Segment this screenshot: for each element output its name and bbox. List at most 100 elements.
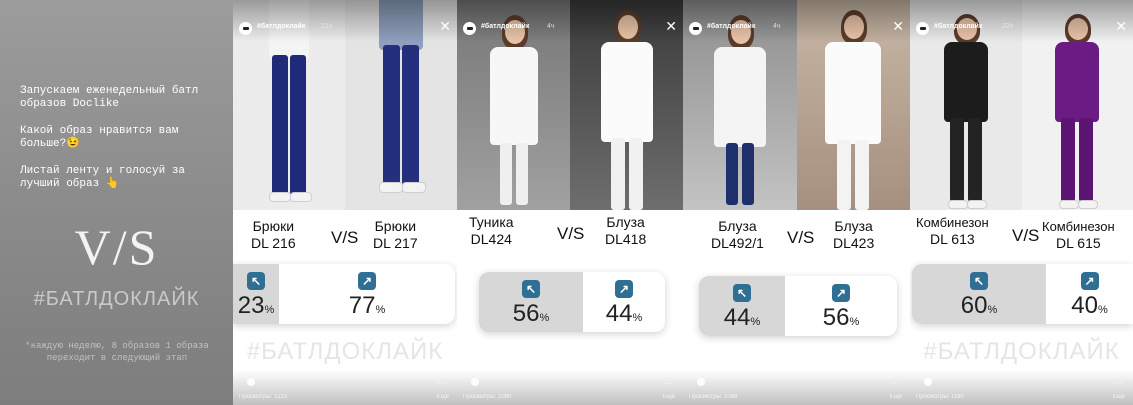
- more-icon[interactable]: ···: [890, 378, 900, 389]
- vs-label: V/S: [557, 224, 585, 243]
- poll-percent: 56: [512, 300, 540, 327]
- percent-sign: %: [539, 312, 550, 324]
- story-time: 21ч: [321, 23, 333, 30]
- story-card-3[interactable]: #батлдоклайк 4ч ✕ Блуза DL492/1 V/S Блуза…: [683, 0, 910, 405]
- viewers-icon[interactable]: [924, 378, 932, 386]
- intro-vs: V/S: [74, 219, 159, 275]
- more-icon[interactable]: ···: [663, 378, 673, 389]
- arrow-up-right-icon: ↗: [615, 280, 633, 298]
- product-name-right: Блуза: [834, 218, 873, 234]
- percent-sign: %: [750, 316, 761, 328]
- poll-option-left[interactable]: ↖ 23%: [233, 264, 279, 324]
- product-code-right: DL423: [833, 235, 875, 251]
- poll-percent: 56: [822, 304, 850, 331]
- poll-option-left[interactable]: ↖ 44%: [699, 276, 785, 336]
- poll-percent: 44: [723, 304, 751, 331]
- more-label[interactable]: Ещё: [663, 394, 675, 400]
- account-name[interactable]: #батлдоклайк: [257, 23, 305, 30]
- percent-sign: %: [1097, 304, 1108, 316]
- percent-sign: %: [632, 312, 643, 324]
- avatar[interactable]: [463, 22, 476, 35]
- more-icon[interactable]: ···: [1113, 378, 1123, 389]
- story-card-2[interactable]: #батлдоклайк 4ч ✕ Туника DL424 V/S Блуза D…: [457, 0, 683, 405]
- percent-sign: %: [987, 304, 998, 316]
- percent-sign: %: [264, 304, 275, 316]
- percent-sign: %: [849, 316, 860, 328]
- poll-option-left[interactable]: ↖ 56%: [479, 272, 583, 332]
- avatar[interactable]: [916, 22, 929, 35]
- product-name-left: Туника: [469, 214, 514, 230]
- poll-option-left[interactable]: ↖ 60%: [912, 264, 1046, 324]
- vs-label: V/S: [331, 228, 359, 247]
- model-figure: [710, 15, 770, 210]
- poll-percent: 44: [605, 300, 633, 327]
- viewers-icon[interactable]: [697, 378, 705, 386]
- vs-label: V/S: [1012, 226, 1040, 245]
- views-count[interactable]: Просмотры: 1080: [463, 394, 511, 400]
- story-time: 22ч: [1002, 23, 1014, 30]
- intro-hashtag: #БАТЛДОКЛАЙК: [33, 288, 200, 310]
- model-figure: [936, 14, 996, 210]
- story-time: 4ч: [547, 23, 555, 30]
- product-name-right: Комбинезон: [1042, 219, 1115, 234]
- model-figure: [484, 15, 544, 210]
- close-icon[interactable]: ✕: [892, 18, 904, 35]
- product-code-right: DL 217: [373, 235, 418, 251]
- more-label[interactable]: Ещё: [890, 394, 902, 400]
- percent-sign: %: [375, 304, 386, 316]
- close-icon[interactable]: ✕: [1115, 18, 1127, 35]
- close-icon[interactable]: ✕: [665, 18, 677, 35]
- arrow-up-right-icon: ↗: [1080, 272, 1099, 290]
- story-card-4[interactable]: #батлдоклайк 22ч ✕ Комбинезон DL 613 V/S …: [910, 0, 1133, 405]
- story-hashtag: #БАТЛДОКЛАЙК: [923, 338, 1120, 365]
- account-name[interactable]: #батлдоклайк: [481, 23, 529, 30]
- product-code-right: DL 615: [1056, 235, 1101, 251]
- close-icon[interactable]: ✕: [439, 18, 451, 35]
- poll-option-right[interactable]: ↗ 56%: [785, 276, 897, 336]
- product-name-left: Брюки: [252, 218, 295, 234]
- viewers-icon[interactable]: [247, 378, 255, 386]
- more-label[interactable]: Ещё: [1113, 394, 1125, 400]
- product-code-left: DL 613: [930, 231, 975, 247]
- avatar[interactable]: [689, 22, 702, 35]
- product-code-left: DL492/1: [711, 235, 764, 251]
- product-code-left: DL424: [470, 231, 512, 247]
- account-name[interactable]: #батлдоклайк: [707, 23, 755, 30]
- poll-percent: 23: [237, 292, 265, 319]
- more-label[interactable]: Ещё: [437, 394, 449, 400]
- story-time: 4ч: [773, 23, 781, 30]
- model-figure: [1047, 14, 1107, 210]
- poll-percent: 40: [1071, 292, 1098, 319]
- more-icon[interactable]: ···: [437, 378, 447, 389]
- product-name-right: Брюки: [374, 218, 417, 234]
- poll-option-right[interactable]: ↗ 40%: [1046, 264, 1133, 324]
- poll-option-right[interactable]: ↗ 44%: [583, 272, 665, 332]
- arrow-up-right-icon: ↗: [358, 272, 376, 290]
- avatar[interactable]: [239, 22, 252, 35]
- arrow-up-left-icon: ↖: [522, 280, 540, 298]
- arrow-up-left-icon: ↖: [970, 272, 988, 290]
- poll[interactable]: ↖ 56% ↗ 44%: [479, 272, 665, 332]
- product-name-left: Блуза: [718, 218, 757, 234]
- story-card-1[interactable]: #батлдоклайк 21ч ✕ Брюки DL 216 V/S Брюки…: [233, 0, 457, 405]
- vs-label: V/S: [787, 228, 815, 247]
- product-code-left: DL 216: [251, 235, 296, 251]
- poll[interactable]: ↖ 44% ↗ 56%: [699, 276, 897, 336]
- poll-percent: 77: [348, 292, 376, 319]
- story-hashtag: #БАТЛДОКЛАЙК: [246, 338, 444, 365]
- intro-text-1: Запускаем еженедельный батл образов Docl…: [20, 85, 199, 110]
- viewers-icon[interactable]: [471, 378, 479, 386]
- views-count[interactable]: Просмотры: 1068: [689, 394, 737, 400]
- arrow-up-right-icon: ↗: [832, 284, 850, 302]
- poll[interactable]: ↖ 23% ↗ 77%: [233, 264, 455, 324]
- poll-percent: 60: [960, 292, 988, 319]
- account-name[interactable]: #батлдоклайк: [934, 23, 982, 30]
- arrow-up-left-icon: ↖: [733, 284, 751, 302]
- product-name-right: Блуза: [606, 214, 645, 230]
- views-count[interactable]: Просмотры: 1223: [239, 394, 287, 400]
- views-count[interactable]: Просмотры: 1180: [916, 394, 964, 400]
- product-name-left: Комбинезон: [916, 215, 989, 230]
- poll[interactable]: ↖ 60% ↗ 40%: [912, 264, 1133, 324]
- poll-option-right[interactable]: ↗ 77%: [279, 264, 455, 324]
- intro-panel: Запускаем еженедельный батл образов Docl…: [0, 0, 233, 405]
